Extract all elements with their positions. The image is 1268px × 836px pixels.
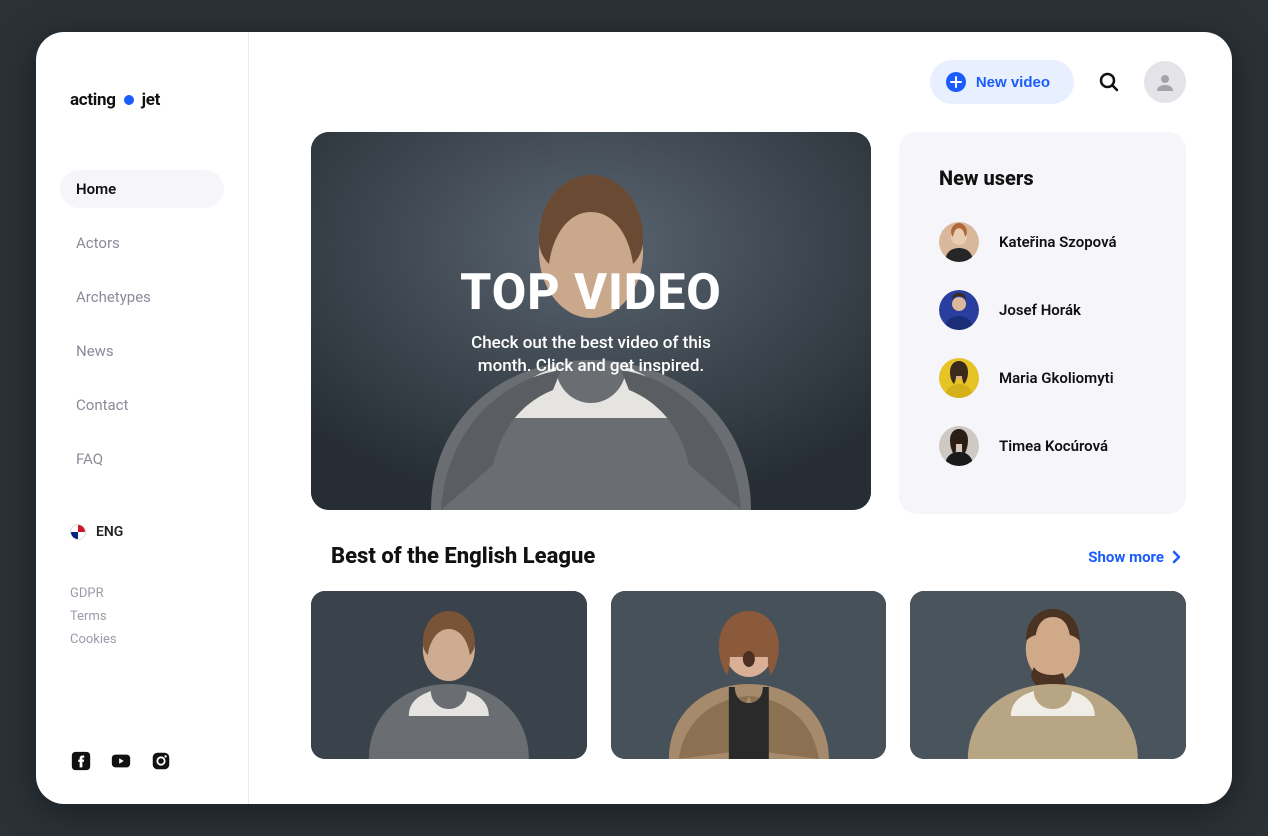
- video-card[interactable]: [611, 591, 887, 759]
- new-users-panel: New users Kateřina Szopová Josef Horák: [899, 132, 1186, 514]
- user-row[interactable]: Maria Gkoliomyti: [939, 344, 1146, 412]
- user-name: Timea Kocúrová: [999, 437, 1108, 455]
- new-video-button[interactable]: New video: [930, 60, 1074, 104]
- profile-avatar-button[interactable]: [1144, 61, 1186, 103]
- top-video-hero[interactable]: TOP VIDEO Check out the best video of th…: [311, 132, 871, 510]
- sidebar: acting jet Home Actors Archetypes News C…: [36, 32, 249, 804]
- user-avatar: [939, 426, 979, 466]
- new-users-title: New users: [939, 166, 1146, 190]
- user-row[interactable]: Kateřina Szopová: [939, 208, 1146, 276]
- section-header: Best of the English League Show more: [311, 544, 1186, 569]
- user-name: Josef Horák: [999, 301, 1081, 319]
- user-avatar: [939, 290, 979, 330]
- user-row[interactable]: Timea Kocúrová: [939, 412, 1146, 480]
- app-logo[interactable]: acting jet: [36, 90, 248, 110]
- nav-item-news[interactable]: News: [60, 332, 224, 370]
- content-area: TOP VIDEO Check out the best video of th…: [249, 132, 1232, 759]
- nav-label: Home: [76, 180, 116, 198]
- nav-item-archetypes[interactable]: Archetypes: [60, 278, 224, 316]
- nav-label: FAQ: [76, 450, 103, 468]
- main-content: New video: [249, 32, 1232, 804]
- logo-dot-icon: [124, 95, 134, 105]
- nav-label: News: [76, 342, 114, 360]
- nav-label: Contact: [76, 396, 128, 414]
- hero-title: TOP VIDEO: [460, 264, 722, 322]
- video-card[interactable]: [311, 591, 587, 759]
- video-card[interactable]: [910, 591, 1186, 759]
- show-more-label: Show more: [1088, 548, 1164, 566]
- language-switcher[interactable]: ENG: [36, 524, 248, 540]
- hero-subtitle: Check out the best video of this month. …: [451, 332, 731, 378]
- new-video-label: New video: [976, 74, 1050, 91]
- show-more-link[interactable]: Show more: [1088, 548, 1182, 566]
- section-title: Best of the English League: [331, 544, 595, 569]
- social-links: [70, 750, 172, 772]
- nav-item-contact[interactable]: Contact: [60, 386, 224, 424]
- main-nav: Home Actors Archetypes News Contact FAQ: [36, 170, 248, 478]
- legal-gdpr[interactable]: GDPR: [70, 586, 214, 601]
- language-label: ENG: [96, 524, 123, 540]
- video-grid: [311, 591, 1186, 759]
- chevron-right-icon: [1172, 550, 1182, 564]
- nav-item-faq[interactable]: FAQ: [60, 440, 224, 478]
- user-name: Kateřina Szopová: [999, 233, 1117, 251]
- facebook-icon[interactable]: [70, 750, 92, 772]
- legal-terms[interactable]: Terms: [70, 609, 214, 624]
- legal-cookies[interactable]: Cookies: [70, 632, 214, 647]
- plus-circle-icon: [946, 72, 966, 92]
- user-avatar: [939, 358, 979, 398]
- logo-text-part1: acting: [70, 90, 116, 110]
- topbar: New video: [249, 32, 1232, 132]
- nav-label: Archetypes: [76, 288, 151, 306]
- search-button[interactable]: [1094, 67, 1124, 97]
- nav-label: Actors: [76, 234, 120, 252]
- user-name: Maria Gkoliomyti: [999, 369, 1114, 387]
- user-avatar: [939, 222, 979, 262]
- hero-row: TOP VIDEO Check out the best video of th…: [311, 132, 1186, 514]
- flag-uk-icon: [70, 524, 86, 540]
- legal-links: GDPR Terms Cookies: [36, 586, 248, 647]
- user-row[interactable]: Josef Horák: [939, 276, 1146, 344]
- logo-text-part2: jet: [142, 90, 160, 110]
- youtube-icon[interactable]: [110, 750, 132, 772]
- instagram-icon[interactable]: [150, 750, 172, 772]
- nav-item-actors[interactable]: Actors: [60, 224, 224, 262]
- nav-item-home[interactable]: Home: [60, 170, 224, 208]
- app-window: acting jet Home Actors Archetypes News C…: [36, 32, 1232, 804]
